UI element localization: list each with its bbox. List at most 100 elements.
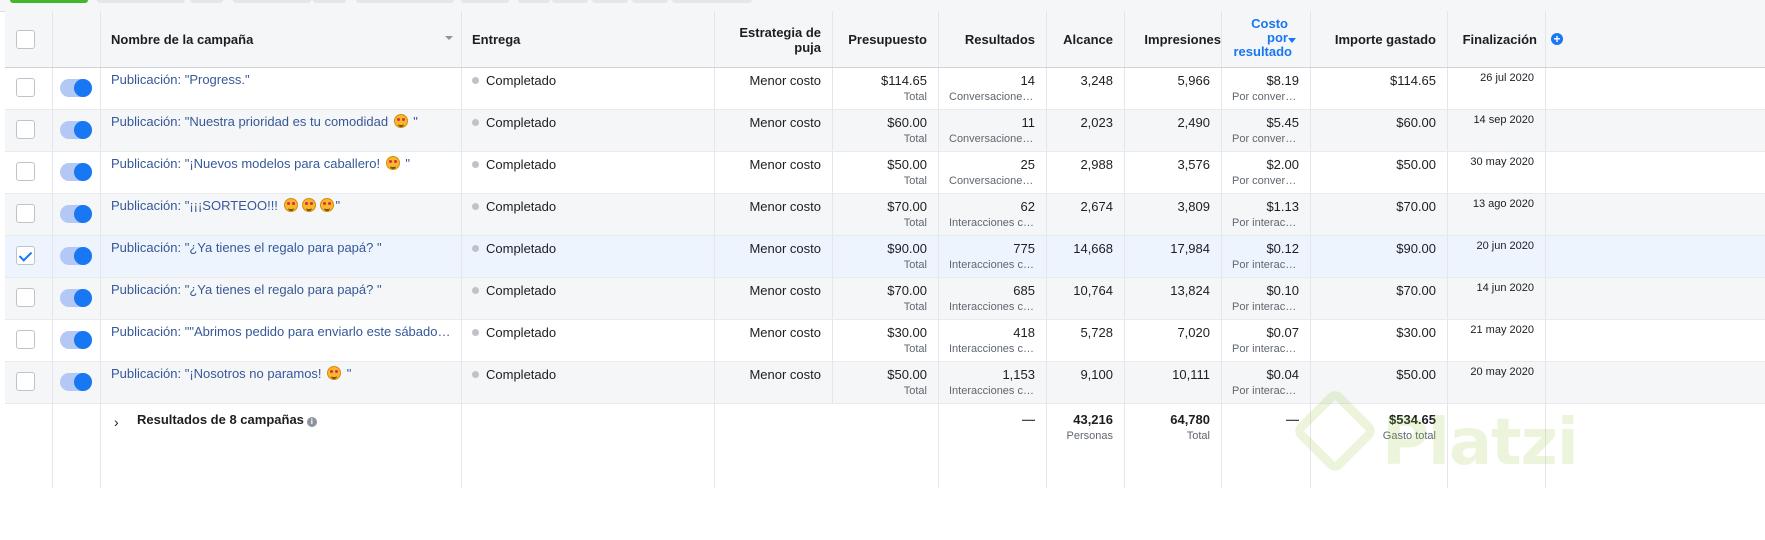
costo-sub: Por interacción con la publicación (1232, 259, 1300, 271)
select-all-checkbox[interactable] (16, 30, 35, 49)
campaign-toggle[interactable] (60, 289, 92, 307)
totals-impresiones: 64,780 Total (1125, 404, 1222, 488)
column-label-estrategia-2: puja (794, 40, 821, 55)
toolbar-button[interactable] (97, 0, 185, 3)
toolbar-button[interactable] (190, 0, 223, 3)
row-checkbox[interactable] (16, 162, 35, 181)
create-button[interactable] (10, 0, 88, 3)
toolbar-button[interactable] (233, 0, 311, 3)
campaign-name-link[interactable]: Publicación: "¿Ya tienes el regalo para … (111, 240, 451, 256)
totals-alcance-value: 43,216 (1073, 412, 1113, 427)
campaign-name-link[interactable]: Publicación: "¿Ya tienes el regalo para … (111, 282, 451, 298)
presupuesto-cell[interactable]: $70.00 Total (833, 194, 939, 235)
presupuesto-sub: Total (903, 301, 927, 313)
plus-circle-icon[interactable]: + (1551, 33, 1563, 45)
table-row[interactable]: Publicación: "¡Nuevos modelos para cabal… (5, 152, 1765, 194)
status-dot-icon (472, 245, 479, 252)
info-icon[interactable]: i (306, 417, 317, 427)
row-toggle-cell (53, 194, 101, 235)
campaign-toggle[interactable] (60, 163, 92, 181)
column-header-alcance[interactable]: Alcance (1047, 11, 1125, 67)
column-header-name[interactable]: Nombre de la campaña (101, 11, 462, 67)
entrega-cell: Completado (462, 68, 715, 109)
campaign-name: Publicación: "¿Ya tienes el regalo para … (111, 240, 382, 255)
chevron-right-icon[interactable]: › (114, 414, 119, 430)
campaign-toggle[interactable] (60, 79, 92, 97)
toolbar-button[interactable] (672, 0, 752, 3)
resultados-cell: 11 Conversaciones con mensajes iniciadas (939, 110, 1047, 151)
column-header-importe[interactable]: Importe gastado (1311, 11, 1448, 67)
table-row[interactable]: Publicación: "¡¡¡SORTEOO!!! " Completado… (5, 194, 1765, 236)
column-header-presupuesto[interactable]: Presupuesto (833, 11, 939, 67)
importe-cell: $50.00 (1311, 152, 1448, 193)
totals-blank (462, 404, 715, 488)
table-row[interactable]: Publicación: ""Abrimos pedido para envia… (5, 320, 1765, 362)
campaign-name-link[interactable]: Publicación: "¡¡¡SORTEOO!!! " (111, 198, 451, 214)
presupuesto-cell[interactable]: $50.00 Total (833, 152, 939, 193)
heart-eyes-emoji-icon (319, 198, 334, 212)
campaign-toggle[interactable] (60, 331, 92, 349)
campaign-toggle[interactable] (60, 373, 92, 391)
column-header-impresiones[interactable]: Impresiones (1125, 11, 1222, 67)
presupuesto-cell[interactable]: $30.00 Total (833, 320, 939, 361)
row-checkbox[interactable] (16, 246, 35, 265)
column-header-estrategia[interactable]: Estrategia de puja (715, 11, 833, 67)
toggle-knob (74, 289, 92, 307)
toolbar-button[interactable] (461, 0, 509, 3)
campaign-name-link[interactable]: Publicación: "¡Nosotros no paramos! " (111, 366, 451, 382)
column-header-costo[interactable]: Costo por resultado (1222, 11, 1311, 67)
row-checkbox[interactable] (16, 372, 35, 391)
totals-blank (5, 404, 53, 488)
alcance-cell: 10,764 (1047, 278, 1125, 319)
sort-descending-icon[interactable] (1288, 38, 1296, 43)
table-row[interactable]: Publicación: "¡Nosotros no paramos! " Co… (5, 362, 1765, 404)
row-checkbox[interactable] (16, 78, 35, 97)
toolbar-button[interactable] (632, 0, 668, 3)
row-checkbox[interactable] (16, 330, 35, 349)
campaign-toggle[interactable] (60, 205, 92, 223)
importe-value: $60.00 (1396, 115, 1436, 130)
importe-cell: $70.00 (1311, 278, 1448, 319)
impresiones-cell: 13,824 (1125, 278, 1222, 319)
toolbar-button[interactable] (552, 0, 588, 3)
toolbar-button[interactable] (356, 0, 454, 3)
emoji-group (384, 156, 402, 171)
heart-eyes-emoji-icon (301, 198, 316, 212)
table-row[interactable]: Publicación: "¿Ya tienes el regalo para … (5, 236, 1765, 278)
row-checkbox[interactable] (16, 204, 35, 223)
presupuesto-value: $70.00 (887, 283, 927, 298)
toolbar-button[interactable] (313, 0, 346, 3)
toolbar-button[interactable] (518, 0, 550, 3)
presupuesto-cell[interactable]: $50.00 Total (833, 362, 939, 403)
presupuesto-value: $30.00 (887, 325, 927, 340)
column-header-finalizacion[interactable]: Finalización (1448, 11, 1546, 67)
table-row[interactable]: Publicación: "Nuestra prioridad es tu co… (5, 110, 1765, 152)
campaign-name-link[interactable]: Publicación: ""Abrimos pedido para envia… (111, 324, 451, 340)
resultados-sub: Interacciones con la publicación (949, 385, 1037, 397)
column-label-importe: Importe gastado (1334, 32, 1436, 47)
totals-label-cell[interactable]: › Resultados de 8 campañas i (101, 404, 462, 488)
campaign-toggle[interactable] (60, 121, 92, 139)
presupuesto-value: $50.00 (887, 367, 927, 382)
resultados-cell: 14 Conversaciones con mensajes iniciadas (939, 68, 1047, 109)
row-checkbox[interactable] (16, 120, 35, 139)
row-checkbox[interactable] (16, 288, 35, 307)
presupuesto-cell[interactable]: $90.00 Total (833, 236, 939, 277)
table-row[interactable]: Publicación: "¿Ya tienes el regalo para … (5, 278, 1765, 320)
campaign-toggle[interactable] (60, 247, 92, 265)
presupuesto-cell[interactable]: $60.00 Total (833, 110, 939, 151)
finalizacion-cell: 30 may 2020 (1448, 152, 1546, 193)
toolbar-button[interactable] (592, 0, 628, 3)
table-row[interactable]: Publicación: "Progress." Completado Meno… (5, 68, 1765, 110)
column-header-resultados[interactable]: Resultados (939, 11, 1047, 67)
campaign-name-link[interactable]: Publicación: "Nuestra prioridad es tu co… (111, 114, 451, 130)
presupuesto-cell[interactable]: $70.00 Total (833, 278, 939, 319)
presupuesto-cell[interactable]: $114.65 Total (833, 68, 939, 109)
campaign-name-link[interactable]: Publicación: "Progress." (111, 72, 451, 88)
status-dot-icon (472, 287, 479, 294)
column-header-entrega[interactable]: Entrega (462, 11, 715, 67)
sort-caret-icon[interactable] (445, 36, 453, 40)
campaign-name-link[interactable]: Publicación: "¡Nuevos modelos para cabal… (111, 156, 451, 172)
heart-eyes-emoji-icon (283, 198, 298, 212)
totals-alcance: 43,216 Personas (1047, 404, 1125, 488)
